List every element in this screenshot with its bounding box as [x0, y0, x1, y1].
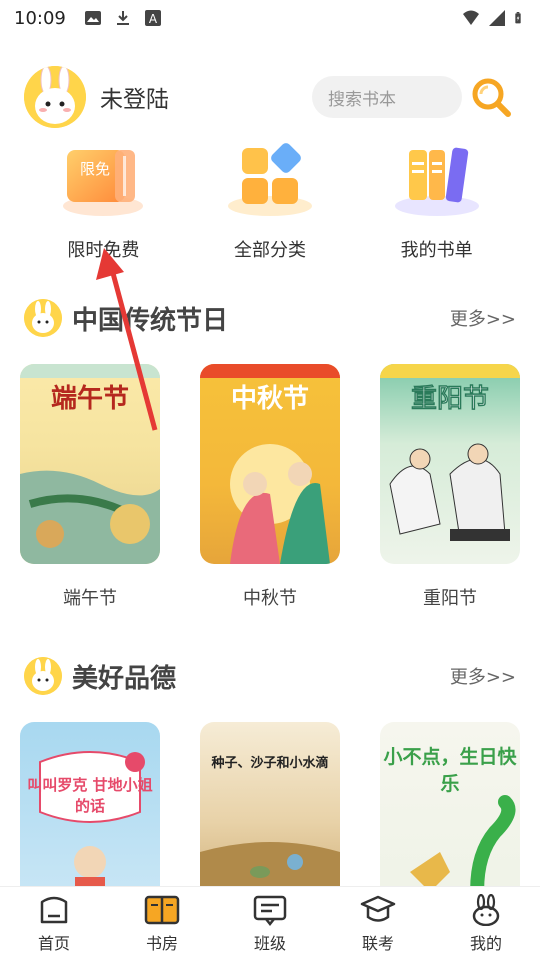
book-row-festivals: 端午节 端午节 中秋节 中秋节 重阳节 重阳节 — [20, 364, 520, 610]
more-link[interactable]: 更多>> — [450, 305, 516, 331]
svg-text:A: A — [149, 12, 158, 26]
book-card[interactable]: 重阳节 重阳节 — [380, 364, 520, 610]
rabbit-logo-icon — [24, 299, 62, 337]
exam-icon — [360, 895, 396, 922]
book-card[interactable]: 端午节 端午节 — [20, 364, 160, 610]
nav-bookroom[interactable]: 书房 — [122, 894, 202, 954]
quick-menu-category[interactable]: 全部分类 — [195, 140, 345, 270]
booklist-icon — [394, 147, 479, 216]
more-link[interactable]: 更多>> — [450, 663, 516, 689]
quick-menu-category-label: 全部分类 — [233, 240, 306, 261]
search-icon[interactable] — [470, 76, 512, 118]
username-label[interactable]: 未登陆 — [100, 80, 169, 114]
nav-class[interactable]: 班级 — [230, 894, 310, 954]
book-cover[interactable]: 中秋节 — [200, 364, 340, 564]
search-placeholder: 搜索书本 — [328, 89, 396, 110]
book-label: 端午节 — [63, 588, 117, 609]
rabbit-logo-icon — [24, 657, 62, 695]
book-cover[interactable]: 端午节 — [20, 364, 160, 564]
book-cover-title: 叫叫罗克 甘地小姐的话 — [27, 776, 153, 815]
nav-class-label: 班级 — [253, 933, 286, 953]
rabbit-avatar-icon — [24, 66, 86, 128]
section-header-festivals: 中国传统节日 更多>> — [24, 296, 516, 340]
nav-mine-label: 我的 — [469, 933, 502, 953]
book-cover[interactable]: 重阳节 — [380, 364, 520, 564]
status-time: 10:09 — [14, 7, 66, 29]
book-card[interactable]: 中秋节 中秋节 — [200, 364, 340, 610]
nav-bookroom-label: 书房 — [145, 933, 178, 953]
book-label: 重阳节 — [423, 588, 477, 609]
nav-exam-label: 联考 — [361, 933, 394, 953]
quick-menu-free-label: 限时免费 — [67, 240, 140, 261]
section-title: 中国传统节日 — [72, 305, 229, 336]
download-icon — [116, 11, 129, 25]
quick-menu-booklist-label: 我的书单 — [400, 240, 473, 261]
nav-home[interactable]: 首页 — [14, 894, 94, 954]
book-cover-title: 小不点，生日快乐 — [383, 746, 517, 795]
class-icon — [253, 895, 287, 926]
a-icon: A — [144, 10, 161, 26]
quick-menu-free[interactable]: 限免 限时免费 — [28, 140, 178, 270]
book-cover-title: 端午节 — [50, 384, 129, 414]
bottom-nav: 首页 书房 班级 联考 我的 — [0, 886, 540, 960]
section-title: 美好品德 — [72, 663, 177, 694]
wifi-icon — [463, 10, 479, 25]
battery-icon — [515, 12, 521, 24]
section-header-virtues: 美好品德 更多>> — [24, 654, 516, 698]
rabbit-icon — [472, 893, 500, 926]
header: 未登陆 搜索书本 — [0, 60, 540, 134]
avatar[interactable] — [24, 66, 86, 128]
category-icon — [227, 143, 312, 216]
free-tag-icon: 限免 — [63, 150, 144, 216]
signal-icon — [489, 10, 505, 26]
search-input[interactable]: 搜索书本 — [312, 76, 462, 118]
book-cover-title: 重阳节 — [410, 384, 490, 415]
quick-menu-booklist[interactable]: 我的书单 — [362, 140, 512, 270]
quick-menu: 限免 限时免费 全部分类 我的书单 — [0, 140, 540, 270]
book-cover-title: 中秋节 — [230, 384, 309, 414]
nav-home-label: 首页 — [37, 933, 70, 953]
home-icon — [40, 896, 68, 923]
image-icon — [84, 11, 101, 25]
book-label: 中秋节 — [243, 588, 297, 609]
book-icon — [144, 895, 180, 924]
nav-mine[interactable]: 我的 — [446, 893, 526, 954]
status-bar: 10:09 A — [0, 0, 540, 36]
svg-text:限免: 限免 — [80, 160, 110, 178]
nav-exam[interactable]: 联考 — [338, 894, 418, 954]
book-cover-title: 种子、沙子和小水滴 — [211, 756, 329, 771]
